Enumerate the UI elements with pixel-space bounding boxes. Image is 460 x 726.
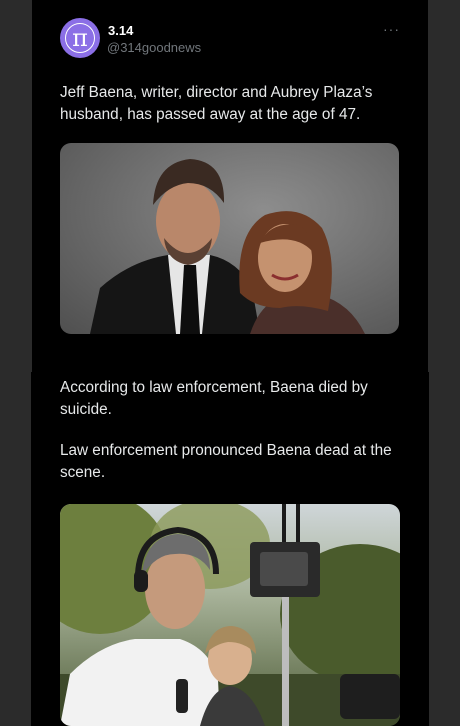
couple-photo-illustration: [90, 159, 365, 334]
tweet-text-paragraph: Jeff Baena, writer, director and Aubrey …: [60, 84, 373, 123]
tweet-text-paragraph: According to law enforcement, Baena died…: [60, 379, 368, 418]
more-options-icon[interactable]: ···: [383, 22, 400, 36]
on-set-photo-illustration: [60, 504, 400, 726]
tweet-text-paragraph: Law enforcement pronounced Baena dead at…: [60, 442, 392, 481]
author-name[interactable]: 3.14: [108, 23, 133, 38]
author-handle[interactable]: @314goodnews: [107, 40, 201, 55]
couple-photo[interactable]: [60, 143, 399, 334]
on-set-photo[interactable]: [60, 504, 400, 726]
pi-avatar-icon: π: [65, 23, 95, 53]
avatar[interactable]: π: [60, 18, 100, 58]
